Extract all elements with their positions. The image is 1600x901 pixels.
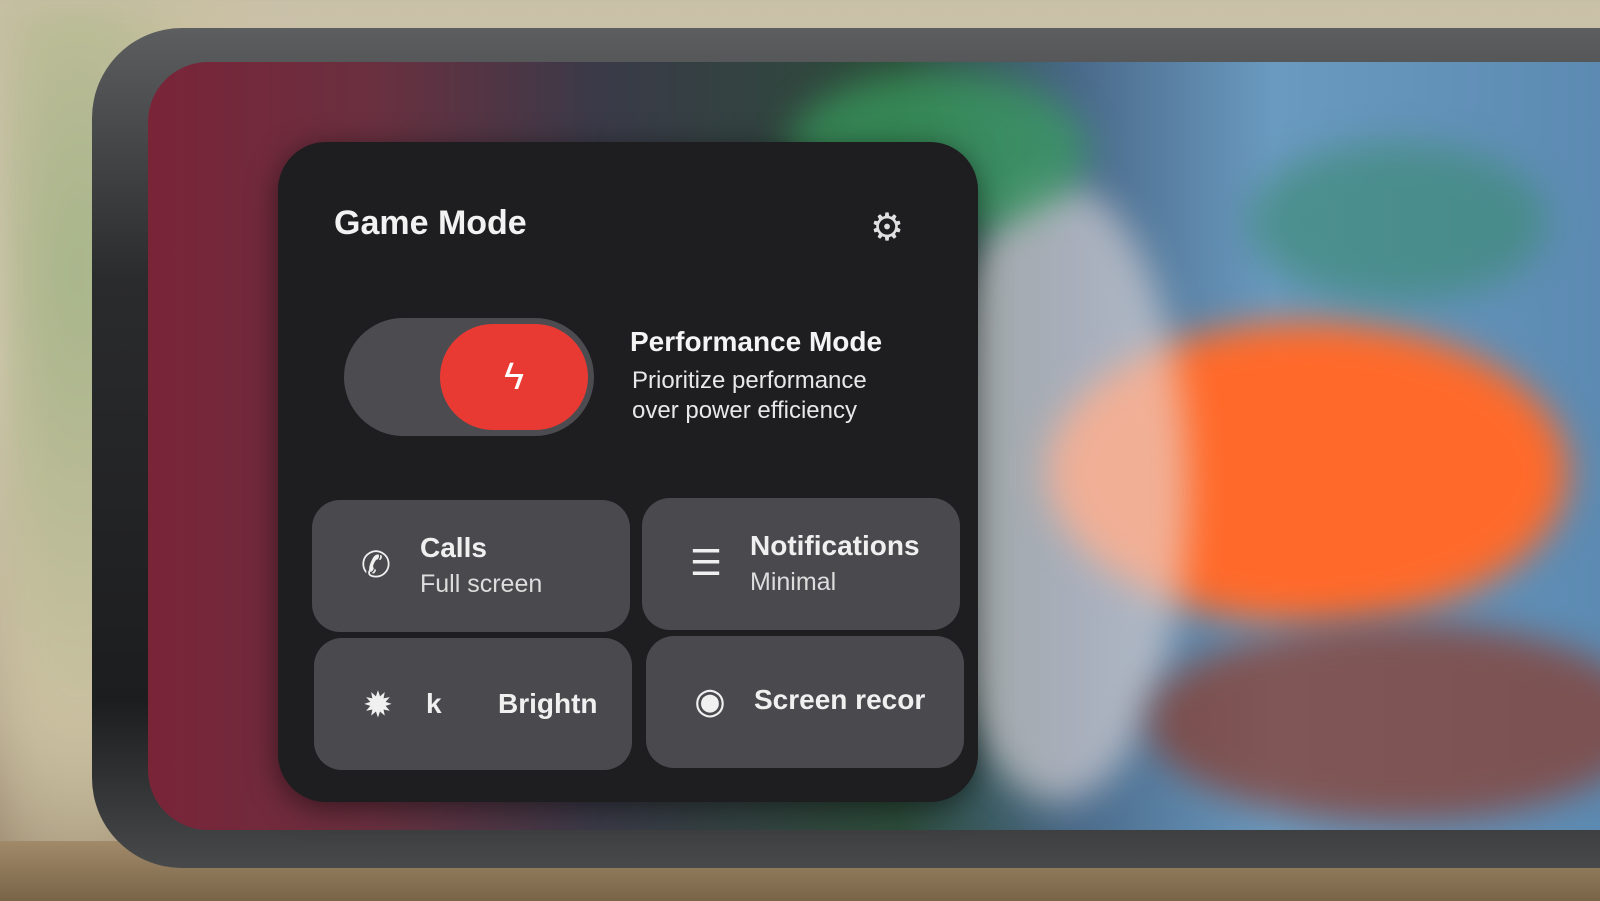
- tile-title: Screen recor: [754, 684, 926, 715]
- brightness-lock-icon: ✹: [362, 684, 394, 725]
- notification-panel-icon: ☰: [689, 542, 723, 583]
- panel-title: Game Mode: [334, 204, 527, 242]
- tile-title: k: [426, 688, 442, 719]
- tile-subtitle: Minimal: [750, 568, 837, 596]
- screen-record-icon: ◉: [694, 680, 726, 721]
- notifications-tile[interactable]: ☰ Notifications Minimal: [642, 498, 960, 630]
- tile-title: Calls: [420, 532, 487, 563]
- screen-record-tile[interactable]: ◉ Screen recor: [646, 636, 964, 768]
- game-mode-panel: Game Mode ⚙ ϟ Performance Mode Prioritiz…: [278, 142, 978, 802]
- gear-icon[interactable]: ⚙: [870, 208, 910, 248]
- tile-title: Notifications: [750, 530, 920, 561]
- lightning-bolt-icon: ϟ: [440, 324, 588, 430]
- brightness-lock-tile[interactable]: ✹ k Brightn: [314, 638, 632, 770]
- calls-tile[interactable]: ✆ Calls Full screen: [312, 500, 630, 632]
- phone-off-icon: ✆: [360, 544, 392, 585]
- performance-mode-toggle[interactable]: ϟ: [344, 318, 594, 436]
- tile-subtitle: Full screen: [420, 570, 543, 598]
- performance-mode-title: Performance Mode: [630, 326, 883, 357]
- tile-title-2: Brightn: [498, 688, 598, 719]
- performance-mode-description: Prioritize performance over power effici…: [632, 367, 867, 424]
